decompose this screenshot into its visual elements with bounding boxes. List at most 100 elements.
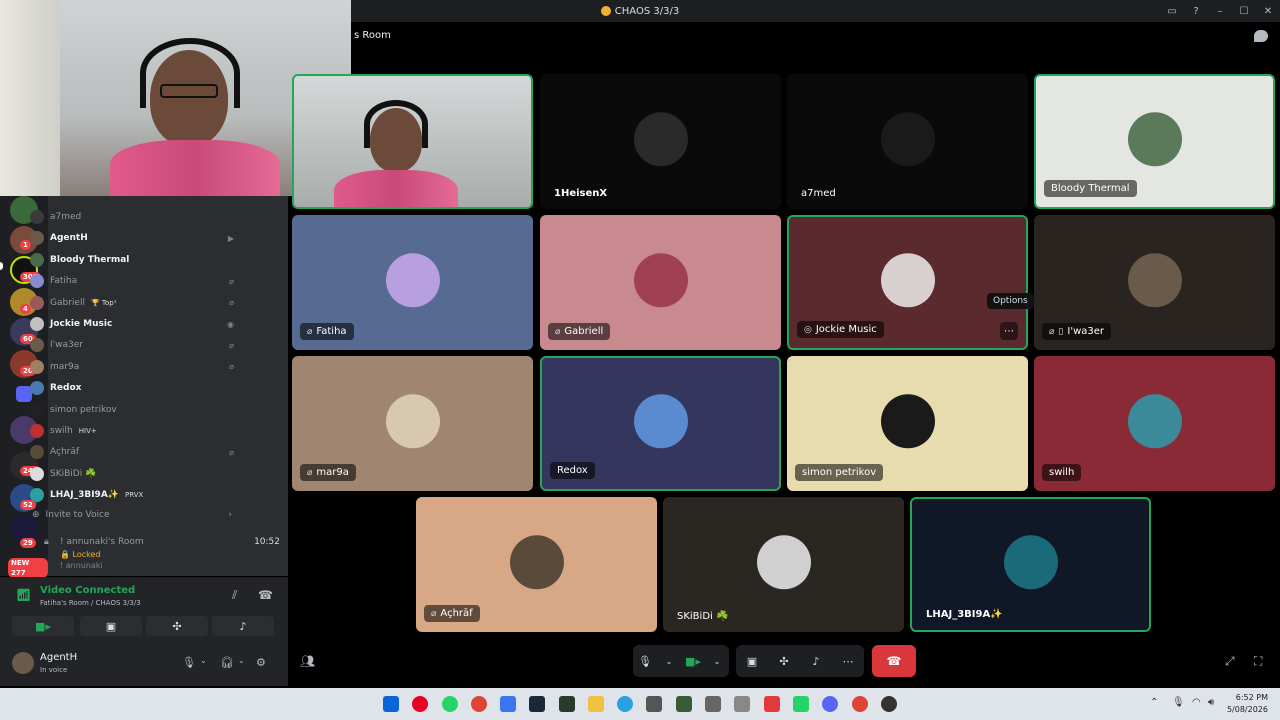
voice-member-item[interactable]: Jockie Music ◉ xyxy=(30,314,234,334)
voice-member-item[interactable]: Fatiha ⌀ xyxy=(30,271,234,291)
activities-icon[interactable]: ✣ xyxy=(772,655,796,668)
camera-button[interactable]: ■▸ xyxy=(12,616,74,636)
participant-tile-self[interactable] xyxy=(292,74,533,209)
camera-icon[interactable]: ■▸ xyxy=(681,655,705,668)
voice-member-item[interactable]: swilh HIV+ xyxy=(30,421,234,441)
voice-member-item[interactable]: Açhrāf ⌀ xyxy=(30,442,234,462)
add-people-icon[interactable]: 👥︎ xyxy=(300,654,315,668)
chat-icon[interactable] xyxy=(1254,30,1268,42)
steam-icon[interactable] xyxy=(529,696,545,712)
headphones-icon[interactable]: 🎧︎ xyxy=(220,656,234,669)
screen-share-button[interactable]: ▣ xyxy=(80,616,142,636)
participant-name: LHAJ_3BI9A✨ xyxy=(926,609,1003,620)
disconnect-icon[interactable]: ☎ xyxy=(258,588,273,602)
windows-start-icon[interactable] xyxy=(383,696,399,712)
settings-gear-icon[interactable]: ⚙ xyxy=(256,656,266,669)
voice-member-item[interactable]: LHAJ_3BI9A✨ PRVX xyxy=(30,485,234,505)
participant-tile-simon[interactable]: simon petrikov xyxy=(787,356,1028,491)
participant-name-label: ◎ Jockie Music xyxy=(797,321,884,338)
screen-share-icon[interactable]: ▣ xyxy=(740,655,764,668)
options-menu-button[interactable]: ⋯ xyxy=(1000,322,1018,340)
fullscreen-icon[interactable]: ⛶ xyxy=(1254,654,1262,669)
app-icon[interactable] xyxy=(764,696,780,712)
popout-icon[interactable]: ⤢ xyxy=(1225,654,1235,669)
activities-button[interactable]: ✣ xyxy=(146,616,208,636)
more-icon[interactable]: ⋯ xyxy=(836,655,860,668)
voice-member-item[interactable]: simon petrikov xyxy=(30,400,234,420)
participant-tile-fatiha[interactable]: ⌀ Fatiha xyxy=(292,215,533,350)
chevron-up-icon[interactable]: ⌃ xyxy=(1150,697,1158,708)
soundboard-button[interactable]: ♪ xyxy=(212,616,274,636)
voice-member-item[interactable]: mar9a ⌀ xyxy=(30,357,234,377)
whatsapp-icon[interactable] xyxy=(793,696,809,712)
voice-member-item[interactable]: Bloody Thermal xyxy=(30,250,234,270)
minimize-button[interactable]: – xyxy=(1208,6,1232,17)
muted-mic-icon: ⌀ xyxy=(307,467,313,478)
app-icon[interactable] xyxy=(500,696,516,712)
file-explorer-icon[interactable] xyxy=(588,696,604,712)
voice-member-item[interactable]: I'wa3er ⌀ xyxy=(30,335,234,355)
volume-icon[interactable]: 🔊︎ xyxy=(1208,697,1214,708)
discord-icon[interactable] xyxy=(822,696,838,712)
participant-tile-iwa3er[interactable]: ⌀ ▯ I'wa3er xyxy=(1034,215,1275,350)
app-icon[interactable] xyxy=(734,696,750,712)
avatar xyxy=(880,252,935,307)
participant-name-label: ⌀ Açhrāf xyxy=(424,605,480,622)
disconnect-button[interactable]: ☎ xyxy=(872,645,916,677)
participant-tile-skibidi[interactable]: SKiBiDi ☘️ xyxy=(663,497,904,632)
app-icon[interactable] xyxy=(559,696,575,712)
voice-member-item[interactable]: Gabriell 🏆 Top¹ ⌀ xyxy=(30,293,234,313)
participant-name: Redox xyxy=(557,465,588,476)
chevron-down-icon[interactable]: ⌄ xyxy=(238,656,245,665)
maximize-button[interactable]: ☐ xyxy=(1232,6,1256,17)
voice-member-item[interactable]: Redox xyxy=(30,378,234,398)
participant-tile-jockie[interactable]: ◎ Jockie Music xyxy=(787,215,1028,350)
close-button[interactable]: ✕ xyxy=(1256,6,1280,17)
avatar[interactable] xyxy=(12,652,34,674)
username[interactable]: AgentH xyxy=(40,652,77,663)
avatar xyxy=(1003,534,1058,589)
voice-channel-path[interactable]: Fatiha's Room / CHAOS 3/3/3 xyxy=(40,599,141,607)
participant-tile-bloody[interactable]: Bloody Thermal xyxy=(1034,74,1275,209)
participant-tile-swilh[interactable]: swilh xyxy=(1034,356,1275,491)
system-clock[interactable]: 6:52 PM 5/08/2026 xyxy=(1227,692,1268,716)
microphone-icon[interactable]: 🎙︎ xyxy=(182,656,196,669)
member-name: SKiBiDi ☘️ xyxy=(50,468,97,479)
voice-channel-annunaki[interactable]: 🔒︎ ! annunaki's Room 10:52 🔒 Locked ! an… xyxy=(44,537,280,570)
inbox-icon[interactable]: ▭ xyxy=(1160,6,1184,17)
app-icon[interactable] xyxy=(676,696,692,712)
store-icon[interactable] xyxy=(646,696,662,712)
participant-tile-redox[interactable]: Redox xyxy=(540,356,781,491)
participant-tile-a7med[interactable]: a7med xyxy=(787,74,1028,209)
voice-member-item[interactable]: AgentH ▶ xyxy=(30,228,234,248)
invite-to-voice-button[interactable]: ⊕ Invite to Voice › xyxy=(32,510,232,520)
member-tag: HIV+ xyxy=(78,427,97,435)
chevron-down-icon[interactable]: ⌄ xyxy=(657,657,681,666)
participant-tile-mar9a[interactable]: ⌀ mar9a xyxy=(292,356,533,491)
member-status-icon: ⌀ xyxy=(229,447,234,457)
window-controls: ▭ ? – ☐ ✕ xyxy=(1160,0,1280,22)
noise-suppression-icon[interactable]: ⫽ xyxy=(232,588,237,603)
signal-icon[interactable]: 📶︎ xyxy=(16,588,31,602)
help-icon[interactable]: ? xyxy=(1184,6,1208,17)
chrome-icon[interactable] xyxy=(471,696,487,712)
whatsapp-icon[interactable] xyxy=(442,696,458,712)
voice-member-item[interactable]: SKiBiDi ☘️ xyxy=(30,464,234,484)
app-icon[interactable] xyxy=(705,696,721,712)
participant-tile-achraf[interactable]: ⌀ Açhrāf xyxy=(416,497,657,632)
chevron-down-icon[interactable]: ⌄ xyxy=(200,656,207,665)
voice-member-item[interactable]: a7med xyxy=(30,207,234,227)
microphone-icon[interactable]: 🎙︎ xyxy=(633,655,657,668)
participant-tile-gabriell[interactable]: ⌀ Gabriell xyxy=(540,215,781,350)
participant-tile-heisen[interactable]: 1HeisenX xyxy=(540,74,781,209)
chrome-icon[interactable] xyxy=(852,696,868,712)
microphone-icon[interactable]: 🎙︎ xyxy=(1172,697,1185,708)
telegram-icon[interactable] xyxy=(617,696,633,712)
wifi-icon[interactable]: ◠ xyxy=(1192,697,1201,708)
chevron-down-icon[interactable]: ⌄ xyxy=(705,657,729,666)
participant-tile-lhaj[interactable]: LHAJ_3BI9A✨ xyxy=(910,497,1151,632)
app-icon[interactable] xyxy=(881,696,897,712)
pinterest-icon[interactable] xyxy=(412,696,428,712)
soundboard-icon[interactable]: ♪ xyxy=(804,655,828,668)
avatar xyxy=(30,381,44,396)
